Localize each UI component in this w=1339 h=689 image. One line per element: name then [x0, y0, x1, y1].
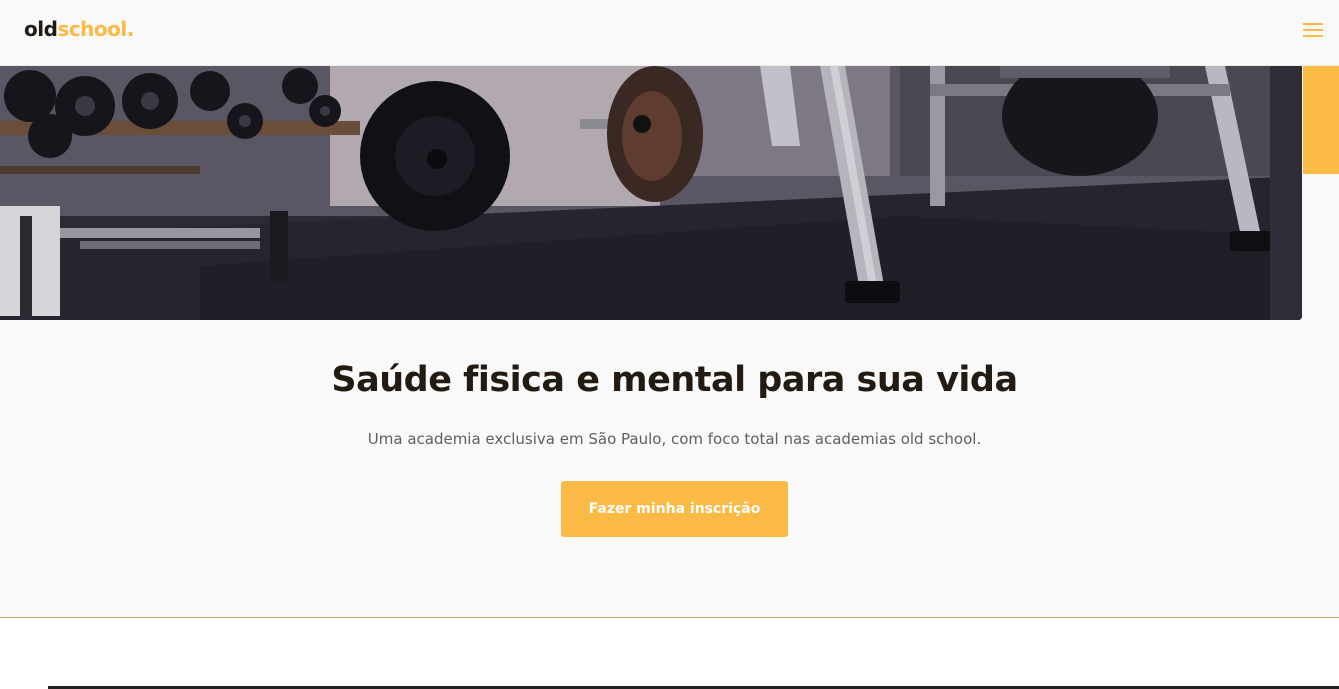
hero-section: Saúde fisica e mental para sua vida Uma …	[0, 66, 1339, 618]
hero-subtitle: Uma academia exclusiva em São Paulo, com…	[367, 430, 982, 448]
signup-button[interactable]: Fazer minha inscrição	[561, 481, 788, 537]
logo[interactable]: oldschool.	[24, 17, 134, 41]
gym-photo-icon	[0, 66, 1302, 320]
menu-line	[1303, 35, 1323, 37]
logo-text-old: old	[24, 17, 58, 41]
logo-text-school: school.	[57, 17, 134, 41]
site-header: oldschool.	[0, 0, 1339, 66]
menu-line	[1303, 23, 1323, 25]
accent-bar	[1303, 66, 1339, 174]
menu-line	[1303, 29, 1323, 31]
hero-gym-image	[0, 66, 1302, 320]
hamburger-menu-icon[interactable]	[1302, 21, 1324, 39]
hero-title: Saúde fisica e mental para sua vida	[331, 360, 1018, 400]
